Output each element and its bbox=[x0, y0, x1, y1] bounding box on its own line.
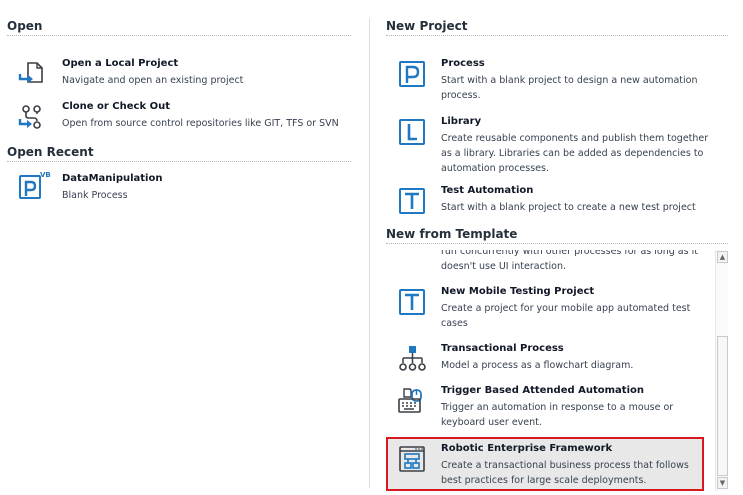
transactional-desc: Model a process as a flowchart diagram. bbox=[441, 360, 634, 371]
new-project-section-header: New Project bbox=[386, 18, 728, 36]
new-from-template-section-header: New from Template bbox=[386, 226, 728, 244]
mobile-testing-title: New Mobile Testing Project bbox=[441, 286, 595, 297]
clone-checkout-desc: Open from source control repositories li… bbox=[62, 118, 339, 129]
mobile-testing-desc: Create a project for your mobile app aut… bbox=[441, 303, 691, 329]
reframework-icon bbox=[398, 445, 426, 473]
open-header-label: Open bbox=[7, 19, 43, 33]
reframework-title: Robotic Enterprise Framework bbox=[441, 443, 613, 454]
reframework-desc: Create a transactional business process … bbox=[441, 460, 689, 486]
recent-item-title: DataManipulation bbox=[62, 173, 163, 184]
open-recent-section-header: Open Recent bbox=[7, 144, 351, 162]
template-item-reframework[interactable]: Robotic Enterprise Framework Create a tr… bbox=[386, 443, 728, 489]
column-divider bbox=[369, 18, 370, 488]
library-desc: Create reusable components and publish t… bbox=[441, 133, 709, 174]
open-local-project-desc: Navigate and open an existing project bbox=[62, 75, 244, 86]
template-item-mobile-testing[interactable]: New Mobile Testing Project Create a proj… bbox=[386, 286, 728, 332]
flowchart-icon bbox=[398, 345, 426, 373]
open-local-project-item[interactable]: Open a Local Project Navigate and open a… bbox=[7, 58, 351, 92]
scroll-down-button[interactable]: ▼ bbox=[717, 477, 728, 489]
test-t-icon bbox=[398, 187, 426, 215]
open-recent-header-label: Open Recent bbox=[7, 145, 94, 159]
trigger-attended-title: Trigger Based Attended Automation bbox=[441, 385, 644, 396]
library-l-icon bbox=[398, 118, 426, 146]
scroll-up-button[interactable]: ▲ bbox=[717, 251, 728, 263]
trigger-keyboard-mouse-icon bbox=[398, 387, 426, 415]
new-process-item[interactable]: Process Start with a blank project to de… bbox=[386, 58, 728, 104]
trigger-attended-desc: Trigger an automation in response to a m… bbox=[441, 402, 674, 428]
template-item-partial[interactable]: run concurrently with other processes fo… bbox=[386, 250, 728, 274]
test-t-icon bbox=[398, 288, 426, 316]
open-file-icon bbox=[17, 60, 45, 88]
new-project-header-label: New Project bbox=[386, 19, 468, 33]
process-p-icon bbox=[398, 60, 426, 88]
template-partial-desc: run concurrently with other processes fo… bbox=[441, 250, 698, 272]
scroll-thumb[interactable] bbox=[717, 336, 728, 476]
source-control-icon bbox=[17, 103, 45, 131]
new-column: New Project Process Start with a blank p… bbox=[386, 0, 728, 495]
process-desc: Start with a blank project to design a n… bbox=[441, 75, 698, 101]
vb-badge: VB bbox=[40, 171, 51, 179]
new-library-item[interactable]: Library Create reusable components and p… bbox=[386, 116, 728, 176]
process-title: Process bbox=[441, 58, 485, 69]
recent-item-datamanipulation[interactable]: VB DataManipulation Blank Process bbox=[7, 171, 351, 207]
open-column: Open Open a Local Project Navigate and o… bbox=[7, 0, 351, 495]
new-test-automation-item[interactable]: Test Automation Start with a blank proje… bbox=[386, 185, 728, 219]
template-item-transactional[interactable]: Transactional Process Model a process as… bbox=[386, 343, 728, 377]
template-item-trigger-attended[interactable]: Trigger Based Attended Automation Trigge… bbox=[386, 385, 728, 431]
new-from-template-header-label: New from Template bbox=[386, 227, 518, 241]
open-section-header: Open bbox=[7, 18, 351, 36]
open-local-project-title: Open a Local Project bbox=[62, 58, 179, 69]
clone-checkout-item[interactable]: Clone or Check Out Open from source cont… bbox=[7, 101, 351, 135]
template-list[interactable]: run concurrently with other processes fo… bbox=[386, 250, 728, 491]
library-title: Library bbox=[441, 116, 482, 127]
clone-checkout-title: Clone or Check Out bbox=[62, 101, 171, 112]
test-automation-desc: Start with a blank project to create a n… bbox=[441, 202, 696, 213]
transactional-title: Transactional Process bbox=[441, 343, 564, 354]
test-automation-title: Test Automation bbox=[441, 185, 534, 196]
recent-item-desc: Blank Process bbox=[62, 190, 128, 201]
template-scrollbar[interactable]: ▲ ▼ bbox=[715, 250, 728, 491]
